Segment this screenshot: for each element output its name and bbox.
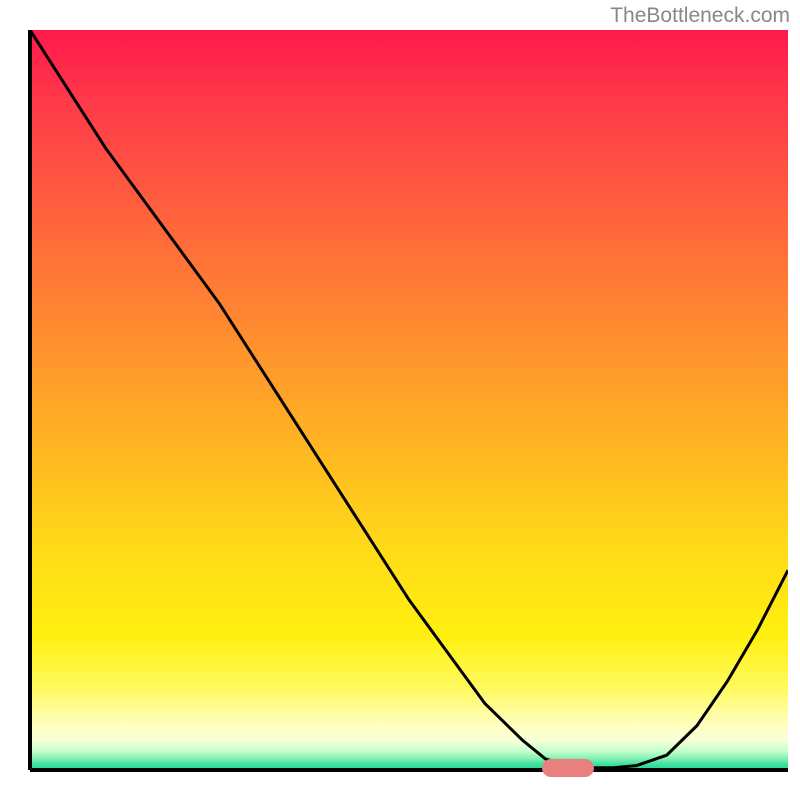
bottleneck-curve xyxy=(30,30,788,770)
watermark-text: TheBottleneck.com xyxy=(610,4,790,28)
optimal-point-marker xyxy=(542,759,594,777)
